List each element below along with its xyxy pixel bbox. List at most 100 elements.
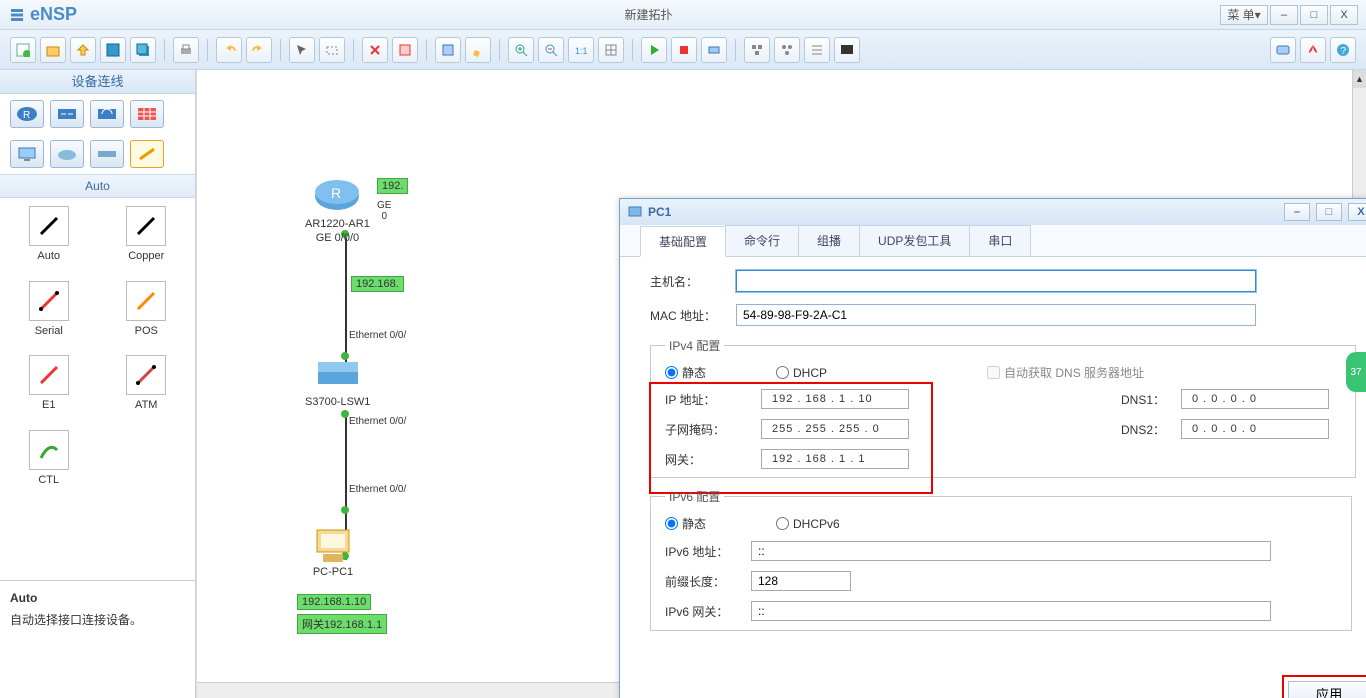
mask-input[interactable]: 255 . 255 . 255 . 0	[761, 419, 909, 439]
mac-input[interactable]	[736, 304, 1256, 326]
sep	[207, 39, 208, 61]
ipv4-fieldset: IPv4 配置 静态 DHCP 自动获取 DNS 服务器地址 IP 地址： 19…	[650, 337, 1356, 478]
tools-grid: Auto Copper Serial POS E1 ATM CTL	[0, 198, 195, 508]
tb-edit[interactable]	[465, 37, 491, 63]
node-switch[interactable]: S3700-LSW1	[305, 356, 370, 408]
dev-cable-icon[interactable]	[130, 140, 164, 168]
mac-label: MAC 地址：	[650, 307, 736, 324]
dialog-icon	[628, 205, 642, 219]
radio-dhcpv6[interactable]: DHCPv6	[776, 517, 840, 531]
dev-cloud-icon[interactable]	[50, 140, 84, 168]
radio-dhcp[interactable]: DHCP	[776, 366, 827, 380]
tool-copper[interactable]: Copper	[106, 206, 188, 277]
tb-msg[interactable]	[1270, 37, 1296, 63]
ipv6-addr-input[interactable]	[751, 541, 1271, 561]
ipv6-gw-input[interactable]	[751, 601, 1271, 621]
scroll-up[interactable]: ▲	[1353, 70, 1366, 88]
port-eth003: Ethernet 0/0/	[349, 484, 406, 495]
apply-button[interactable]: 应用	[1288, 681, 1366, 698]
tb-new[interactable]	[10, 37, 36, 63]
tb-save[interactable]	[100, 37, 126, 63]
dlg-minimize[interactable]: –	[1284, 203, 1310, 221]
dlg-close[interactable]: X	[1348, 203, 1366, 221]
dialog-body: 主机名： MAC 地址： IPv4 配置 静态 DHCP 自动获取 DNS 服务…	[620, 257, 1366, 698]
router-ip2-badge: 192.168.	[351, 276, 404, 292]
tab-cli[interactable]: 命令行	[725, 225, 799, 256]
ipv6-fieldset: IPv6 配置 静态 DHCPv6 IPv6 地址： 前缀长度： IP	[650, 488, 1352, 631]
tb-open[interactable]	[40, 37, 66, 63]
node-router[interactable]: 192. R AR1220-AR1 GE 0 GE 0/0/0	[305, 178, 370, 244]
dlg-maximize[interactable]: □	[1316, 203, 1342, 221]
dev-pc-icon[interactable]	[10, 140, 44, 168]
device-row-1: R	[0, 94, 195, 134]
tool-auto[interactable]: Auto	[8, 206, 90, 277]
window-buttons: 菜 单▾ – □ X	[1220, 5, 1358, 25]
dev-firewall-icon[interactable]	[130, 100, 164, 128]
tb-undo[interactable]	[216, 37, 242, 63]
prefix-input[interactable]	[751, 571, 851, 591]
tb-nodes[interactable]	[774, 37, 800, 63]
tool-serial[interactable]: Serial	[8, 281, 90, 352]
tb-print[interactable]	[173, 37, 199, 63]
svg-text:R: R	[331, 185, 341, 201]
maximize-button[interactable]: □	[1300, 5, 1328, 25]
ipv6-addr-label: IPv6 地址：	[665, 543, 751, 560]
tb-layout[interactable]	[744, 37, 770, 63]
gw-input[interactable]: 192 . 168 . 1 . 1	[761, 449, 909, 469]
tool-pos[interactable]: POS	[106, 281, 188, 352]
close-button[interactable]: X	[1330, 5, 1358, 25]
tab-basic[interactable]: 基础配置	[640, 226, 726, 257]
dns2-input[interactable]: 0 . 0 . 0 . 0	[1181, 419, 1329, 439]
tb-huawei[interactable]	[1300, 37, 1326, 63]
tb-zoomout[interactable]	[538, 37, 564, 63]
window-title: 新建拓扑	[77, 6, 1220, 23]
canvas[interactable]: 192. R AR1220-AR1 GE 0 GE 0/0/0 192.168.…	[196, 70, 1366, 698]
node-pc[interactable]: PC-PC1	[309, 526, 357, 578]
menu-button[interactable]: 菜 单▾	[1220, 5, 1268, 25]
ip-label: IP 地址：	[665, 391, 751, 408]
radio-static6[interactable]: 静态	[665, 515, 706, 532]
tb-saveall[interactable]	[130, 37, 156, 63]
minimize-button[interactable]: –	[1270, 5, 1298, 25]
dev-router-icon[interactable]: R	[10, 100, 44, 128]
tb-grid[interactable]	[598, 37, 624, 63]
dev-wlan-icon[interactable]	[90, 100, 124, 128]
tab-multicast[interactable]: 组播	[798, 225, 860, 256]
dns1-input[interactable]: 0 . 0 . 0 . 0	[1181, 389, 1329, 409]
dev-switch-icon[interactable]	[50, 100, 84, 128]
tb-help[interactable]: ?	[1330, 37, 1356, 63]
pc1-dialog: PC1 – □ X 基础配置 命令行 组播 UDP发包工具 串口 主机名： MA…	[619, 198, 1366, 698]
tb-stop[interactable]	[671, 37, 697, 63]
port-ge000: GE 0/0/0	[305, 232, 370, 244]
tab-udp[interactable]: UDP发包工具	[859, 225, 970, 256]
chk-auto-dns[interactable]: 自动获取 DNS 服务器地址	[987, 364, 1144, 381]
tb-capture[interactable]	[435, 37, 461, 63]
tb-redo[interactable]	[246, 37, 272, 63]
radio-static[interactable]: 静态	[665, 364, 706, 381]
tb-fit[interactable]: 1:1	[568, 37, 594, 63]
toolbar-right: ?	[1270, 37, 1356, 63]
tb-list[interactable]	[804, 37, 830, 63]
toolbar: 1:1 ?	[0, 30, 1366, 70]
side-badge[interactable]: 37	[1346, 352, 1366, 392]
tool-ctl[interactable]: CTL	[8, 430, 90, 501]
tb-zoomin[interactable]	[508, 37, 534, 63]
tb-delete2[interactable]	[392, 37, 418, 63]
dialog-titlebar: PC1 – □ X	[620, 199, 1366, 225]
tab-serial[interactable]: 串口	[969, 225, 1031, 256]
tool-atm[interactable]: ATM	[106, 355, 188, 426]
tb-play[interactable]	[641, 37, 667, 63]
ip-input[interactable]: 192 . 168 . 1 . 10	[761, 389, 909, 409]
host-input[interactable]	[736, 270, 1256, 292]
tb-select[interactable]	[289, 37, 315, 63]
tb-screen[interactable]	[834, 37, 860, 63]
tb-step[interactable]	[701, 37, 727, 63]
ipv4-legend: IPv4 配置	[665, 337, 724, 354]
dev-hub-icon[interactable]	[90, 140, 124, 168]
tool-e1[interactable]: E1	[8, 355, 90, 426]
port-dot	[341, 410, 349, 418]
tb-up[interactable]	[70, 37, 96, 63]
sidebar: 设备连线 R Auto Auto Copper Serial POS E1 AT…	[0, 70, 196, 698]
tb-delete[interactable]	[362, 37, 388, 63]
tb-move[interactable]	[319, 37, 345, 63]
